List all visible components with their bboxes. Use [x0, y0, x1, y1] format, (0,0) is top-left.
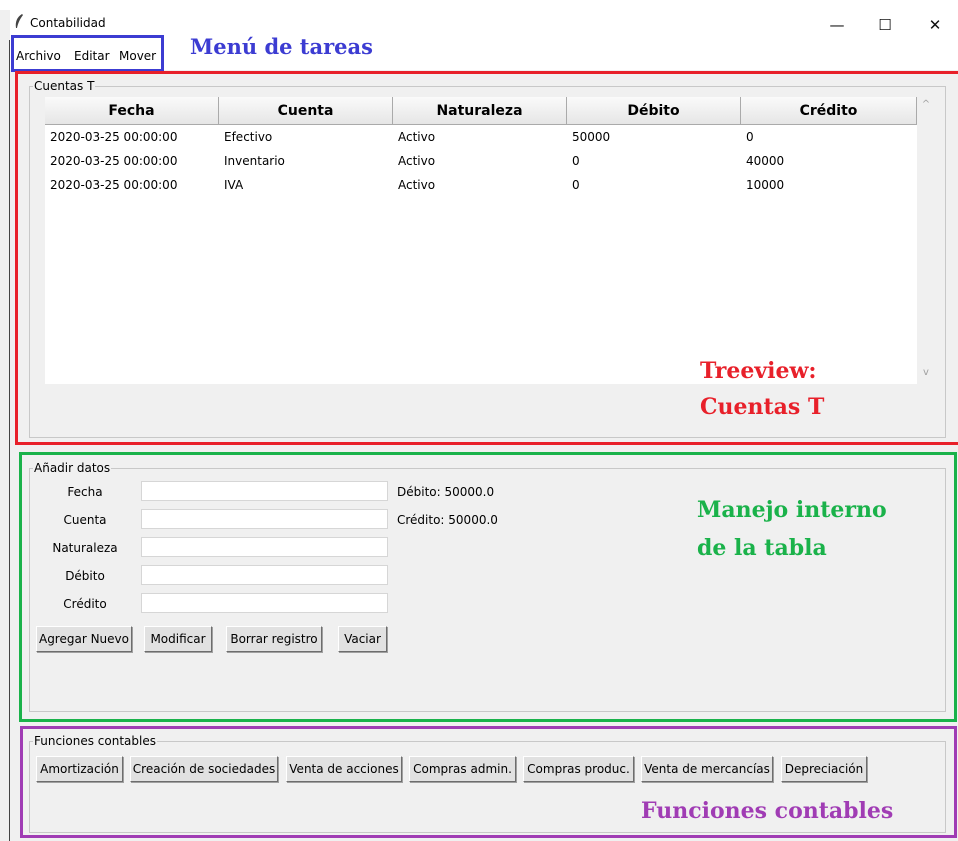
manejo-annotation-box: [19, 452, 957, 722]
close-button[interactable]: ✕: [912, 10, 958, 40]
treeview-annotation-line2: Cuentas T: [700, 394, 825, 420]
maximize-icon: ☐: [878, 16, 892, 34]
window-left-border: [9, 40, 10, 841]
window-title: Contabilidad: [30, 16, 106, 30]
funciones-annotation-label: Funciones contables: [641, 798, 894, 824]
screen-top-strip: [0, 0, 958, 10]
manejo-annotation-line2: de la tabla: [697, 535, 827, 561]
feather-icon: [15, 14, 23, 28]
treeview-annotation-line1: Treeview:: [700, 358, 817, 384]
treeview-annotation-box: [15, 71, 958, 445]
minimize-icon: —: [829, 16, 845, 34]
close-icon: ✕: [928, 16, 942, 34]
minimize-button[interactable]: —: [814, 10, 860, 40]
menu-annotation-label: Menú de tareas: [190, 34, 373, 59]
maximize-button[interactable]: ☐: [862, 10, 908, 40]
menu-annotation-box: [11, 35, 164, 72]
manejo-annotation-line1: Manejo interno: [697, 497, 887, 523]
